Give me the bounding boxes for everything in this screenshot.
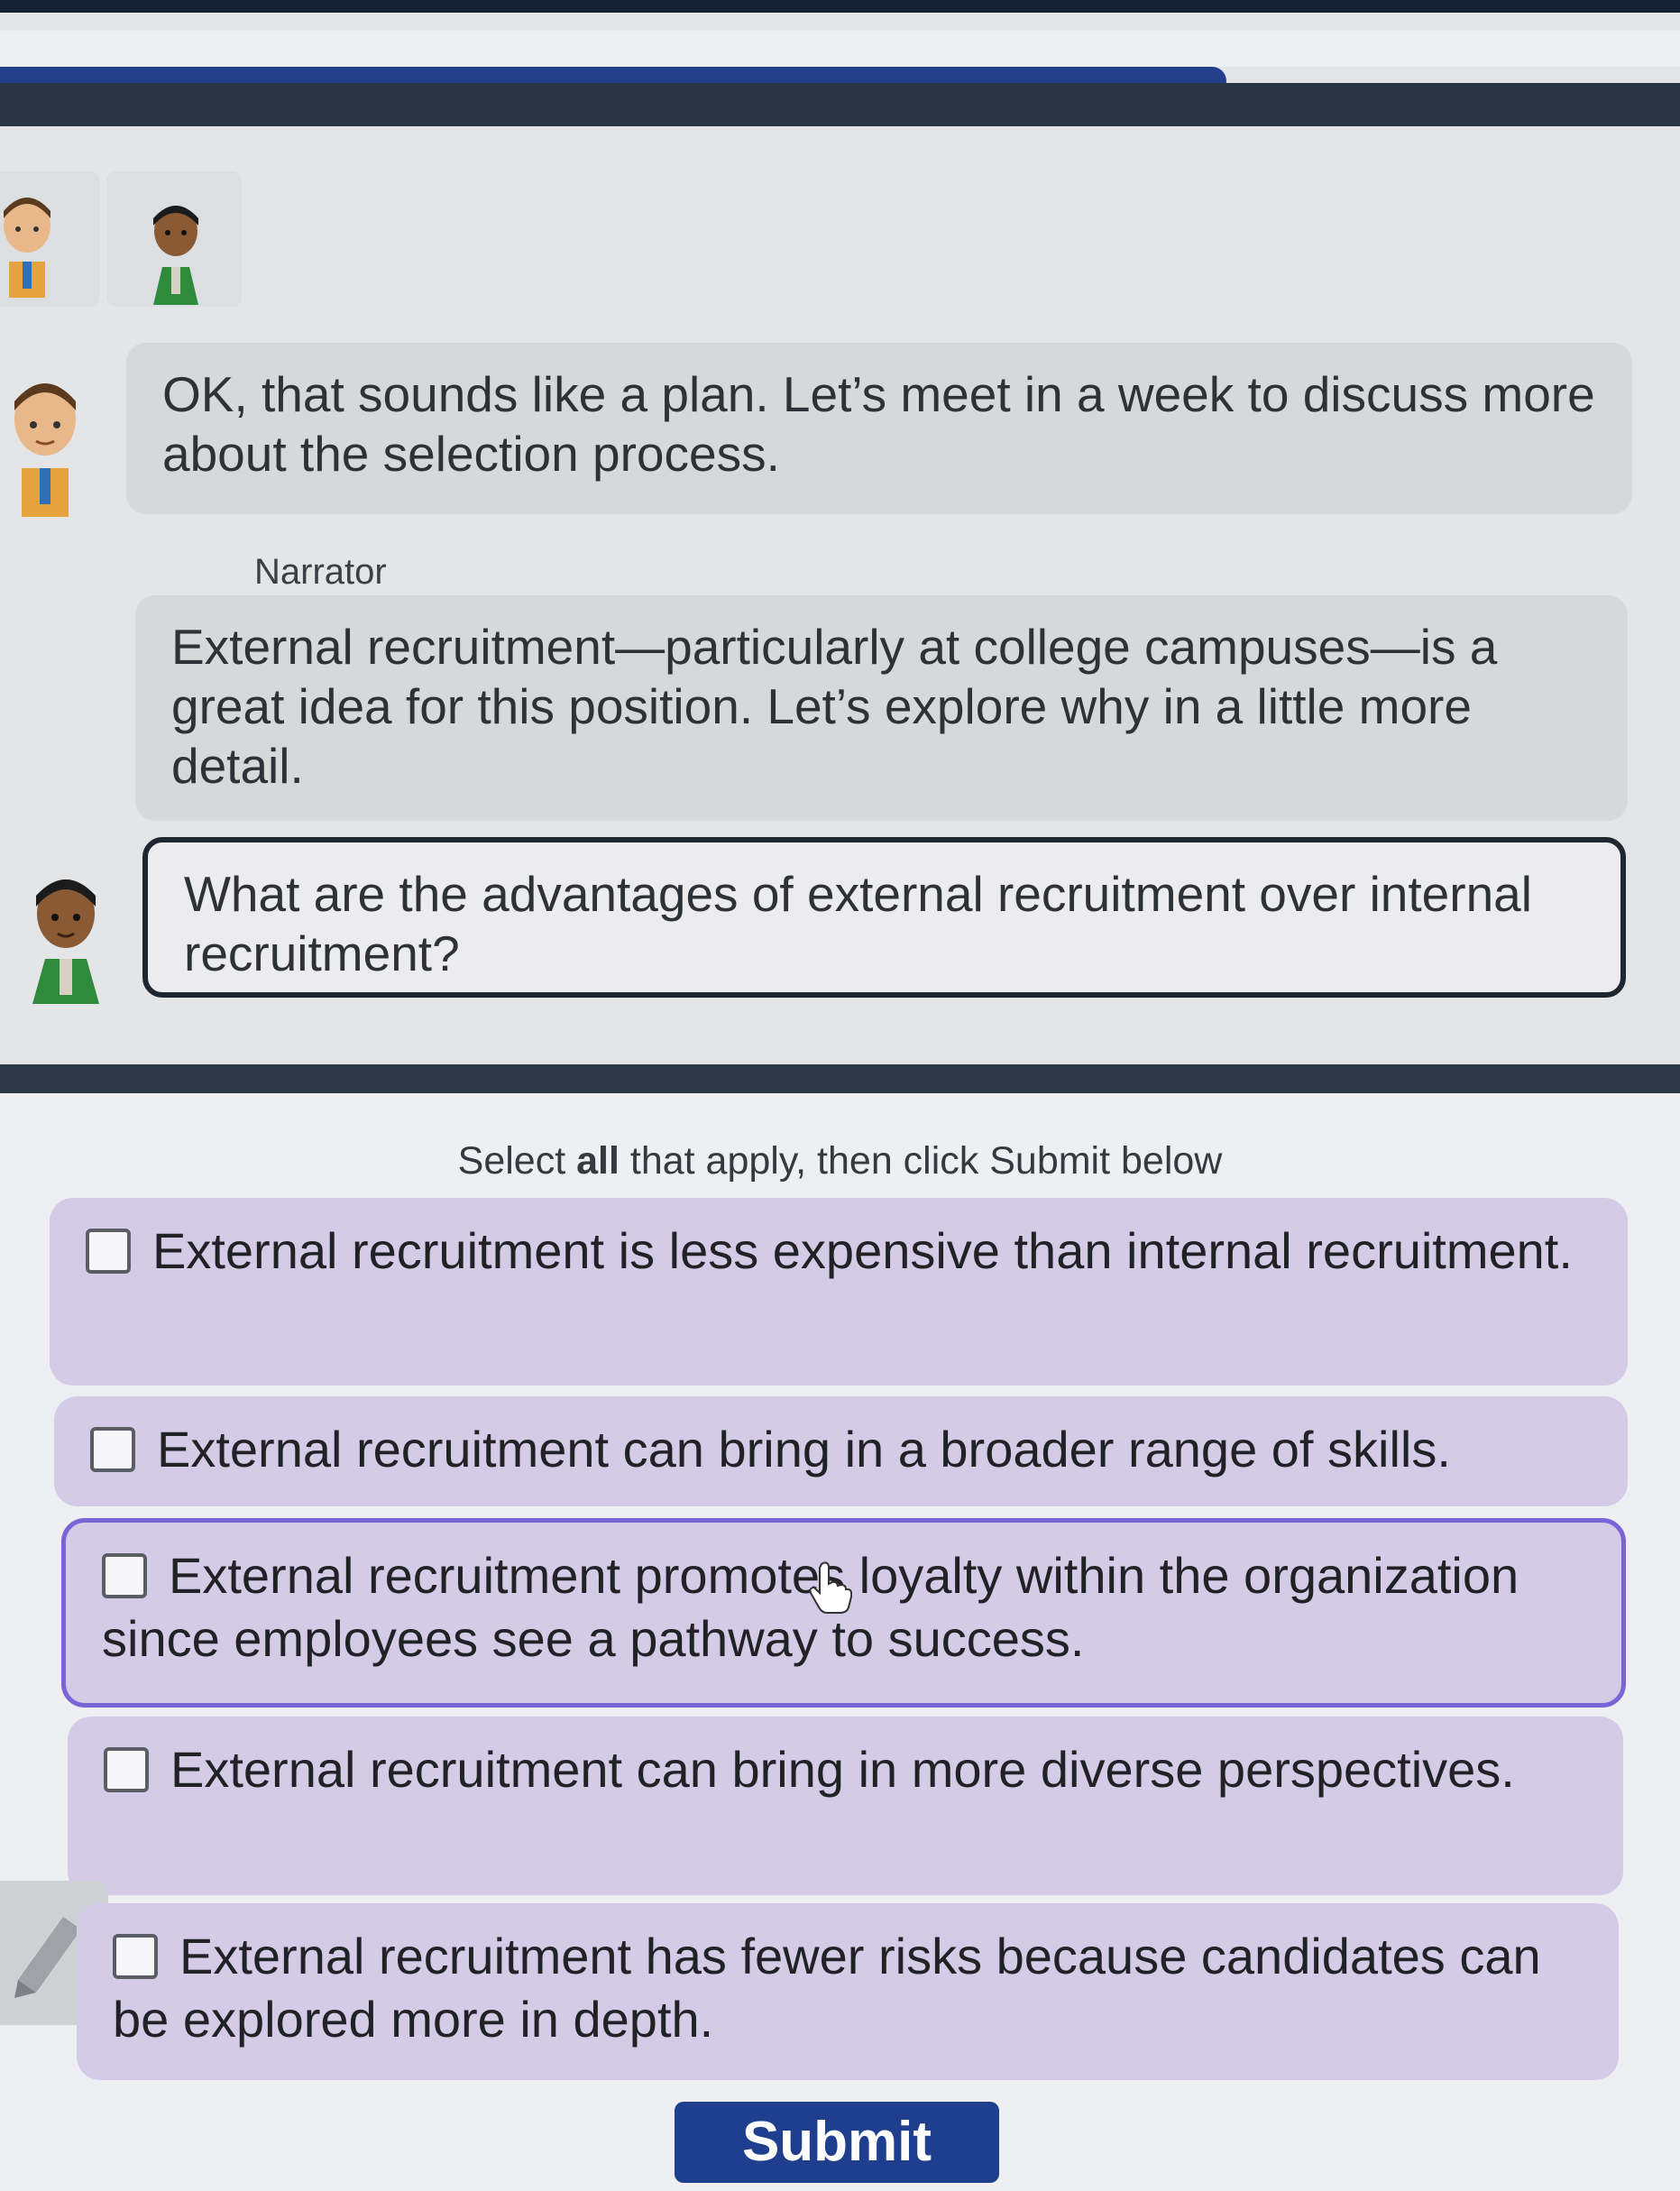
- checkbox-option-5[interactable]: [113, 1934, 158, 1979]
- section-divider-top: [0, 83, 1680, 126]
- instruction-text: Select all that apply, then click Submit…: [0, 1139, 1680, 1183]
- instruction-suffix: that apply, then click Submit below: [619, 1139, 1223, 1183]
- checkbox-option-1[interactable]: [86, 1229, 131, 1274]
- manager-speech-text: OK, that sounds like a plan. Let’s meet …: [162, 366, 1595, 482]
- answer-option-2[interactable]: External recruitment can bring in a broa…: [54, 1396, 1628, 1506]
- checkbox-option-3[interactable]: [102, 1553, 147, 1598]
- top-header-bar: [0, 0, 1680, 13]
- progress-track: [0, 31, 1680, 96]
- question-speech-bubble: What are the advantages of external recr…: [142, 837, 1626, 998]
- answer-option-4[interactable]: External recruitment can bring in more d…: [68, 1717, 1623, 1895]
- option-1-label: External recruitment is less expensive t…: [152, 1222, 1573, 1279]
- manager-speech-bubble: OK, that sounds like a plan. Let’s meet …: [126, 343, 1632, 514]
- instruction-emphasis: all: [576, 1139, 620, 1183]
- checkbox-option-4[interactable]: [104, 1747, 149, 1792]
- instruction-prefix: Select: [457, 1139, 577, 1183]
- manager-avatar-icon: [14, 383, 76, 517]
- submit-button[interactable]: Submit: [675, 2102, 999, 2183]
- narrator-avatar-icon: [32, 879, 99, 1004]
- section-divider-middle: [0, 1064, 1680, 1093]
- checkbox-option-2[interactable]: [90, 1427, 135, 1472]
- option-2-label: External recruitment can bring in a broa…: [157, 1421, 1451, 1478]
- answer-option-5[interactable]: External recruitment has fewer risks bec…: [77, 1903, 1619, 2080]
- question-text: What are the advantages of external recr…: [184, 866, 1532, 981]
- manager-avatar-icon: [4, 198, 50, 298]
- narrator-speech-bubble: External recruitment—particularly at col…: [135, 595, 1628, 821]
- option-4-label: External recruitment can bring in more d…: [170, 1741, 1515, 1798]
- option-5-label: External recruitment has fewer risks bec…: [113, 1928, 1541, 2048]
- hand-cursor-icon: [809, 1561, 852, 1614]
- answer-option-1[interactable]: External recruitment is less expensive t…: [50, 1198, 1628, 1385]
- narrator-speech-text: External recruitment—particularly at col…: [171, 619, 1498, 794]
- narrator-avatar-icon: [153, 206, 198, 305]
- speaker-label-narrator: Narrator: [254, 552, 387, 592]
